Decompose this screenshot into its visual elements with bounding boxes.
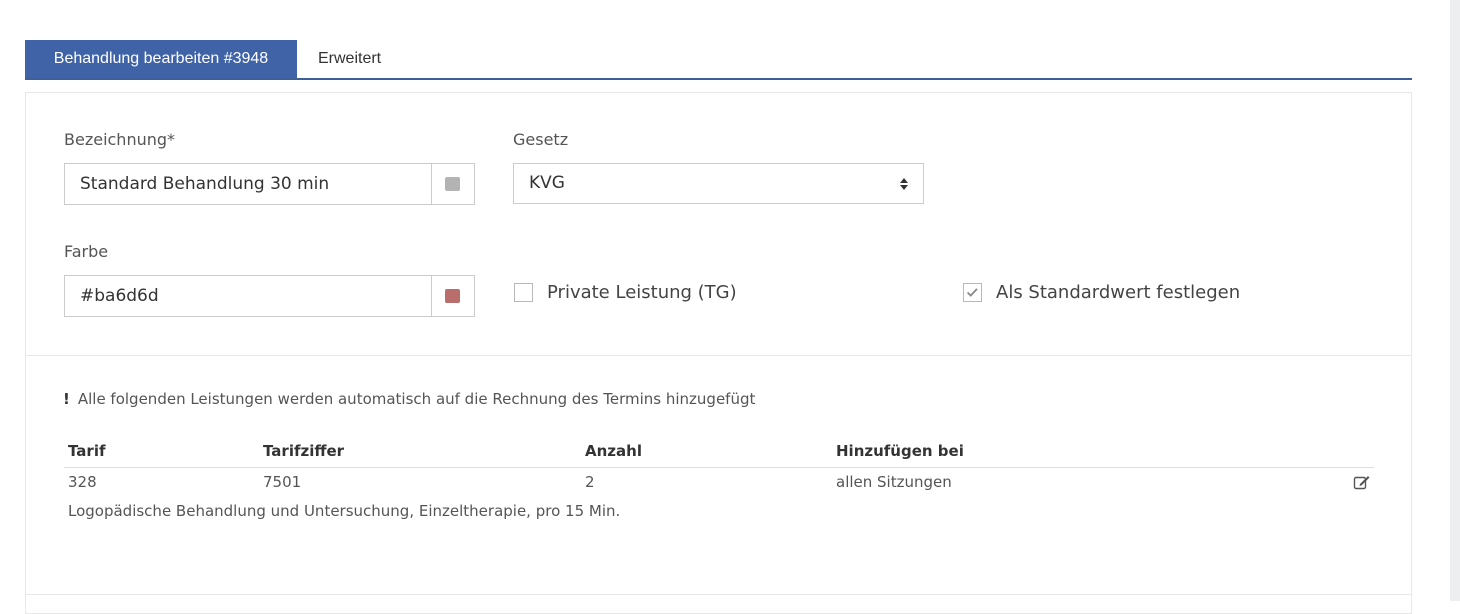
farbe-field[interactable]: #ba6d6d: [64, 275, 475, 317]
column-header-tarif: Tarif: [68, 442, 106, 460]
cell-tarifziffer: 7501: [263, 473, 302, 491]
edit-icon[interactable]: [1353, 474, 1371, 490]
sort-arrows-icon: [900, 178, 908, 190]
row-description: Logopädische Behandlung und Untersuchung…: [68, 502, 621, 520]
private-leistung-label[interactable]: Private Leistung (TG): [547, 282, 737, 303]
bezeichnung-value: Standard Behandlung 30 min: [80, 174, 330, 194]
bezeichnung-label: Bezeichnung*: [64, 130, 176, 149]
tab-erweitert[interactable]: Erweitert: [318, 40, 381, 78]
info-notice-text: Alle folgenden Leistungen werden automat…: [77, 390, 756, 408]
farbe-label: Farbe: [64, 242, 109, 261]
column-header-hinzufuegen: Hinzufügen bei: [836, 442, 964, 460]
standardwert-checkbox[interactable]: [963, 283, 982, 302]
gesetz-value: KVG: [529, 173, 565, 193]
bezeichnung-field[interactable]: Standard Behandlung 30 min: [64, 163, 475, 205]
scrollbar-track[interactable]: [1450, 0, 1460, 601]
bezeichnung-color-swatch: [445, 177, 460, 191]
column-header-tarifziffer: Tarifziffer: [263, 442, 345, 460]
info-notice: ! Alle folgenden Leistungen werden automa…: [63, 390, 755, 408]
cell-hinzufuegen: allen Sitzungen: [836, 473, 952, 491]
farbe-color-addon[interactable]: [431, 276, 474, 316]
exclamation-icon: !: [63, 390, 70, 408]
farbe-color-swatch: [445, 289, 460, 303]
standardwert-label[interactable]: Als Standardwert festlegen: [996, 282, 1240, 303]
cell-anzahl: 2: [585, 473, 595, 491]
tab-bar: Behandlung bearbeiten #3948 Erweitert: [25, 40, 1412, 80]
column-header-anzahl: Anzahl: [585, 442, 642, 460]
gesetz-label: Gesetz: [513, 130, 569, 149]
farbe-value: #ba6d6d: [80, 286, 159, 306]
section-divider: [26, 355, 1411, 356]
bezeichnung-color-addon[interactable]: [431, 164, 474, 204]
panel-bottom-divider: [26, 594, 1411, 595]
edit-panel: Bezeichnung* Standard Behandlung 30 min …: [25, 92, 1412, 614]
tab-behandlung-bearbeiten[interactable]: Behandlung bearbeiten #3948: [25, 40, 297, 78]
cell-tarif: 328: [68, 473, 97, 491]
checkmark-icon: [966, 288, 978, 297]
gesetz-select[interactable]: KVG: [513, 163, 924, 204]
table-header-divider: [64, 467, 1374, 468]
private-leistung-checkbox[interactable]: [514, 283, 533, 302]
